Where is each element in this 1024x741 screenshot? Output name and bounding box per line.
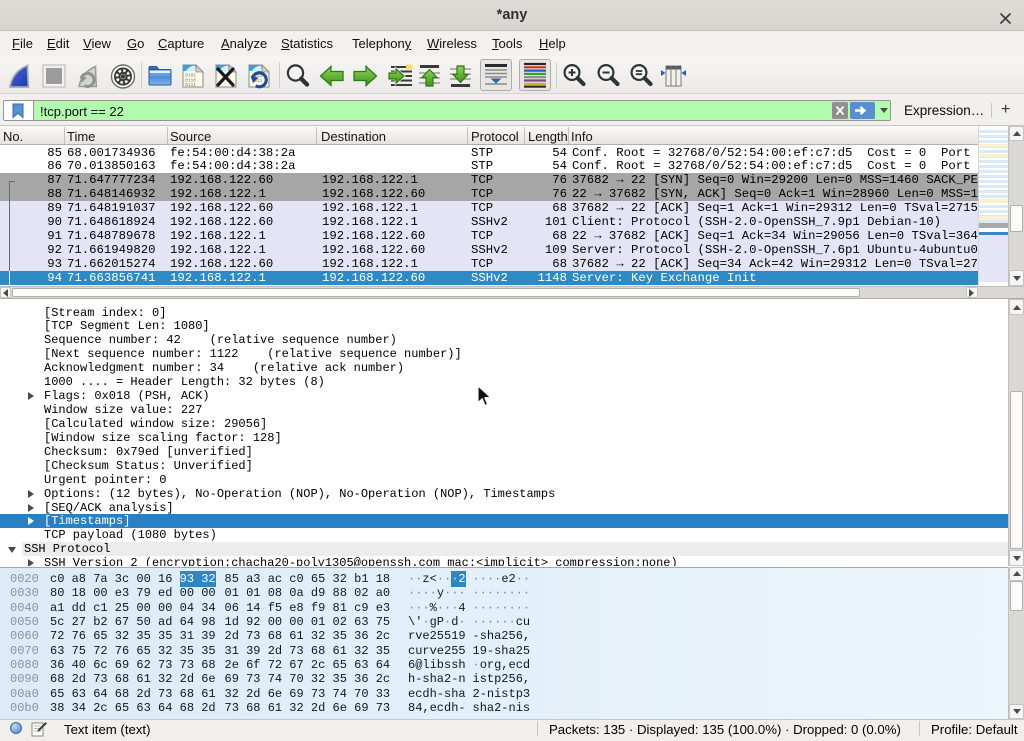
svg-text:0111: 0111	[185, 82, 196, 88]
